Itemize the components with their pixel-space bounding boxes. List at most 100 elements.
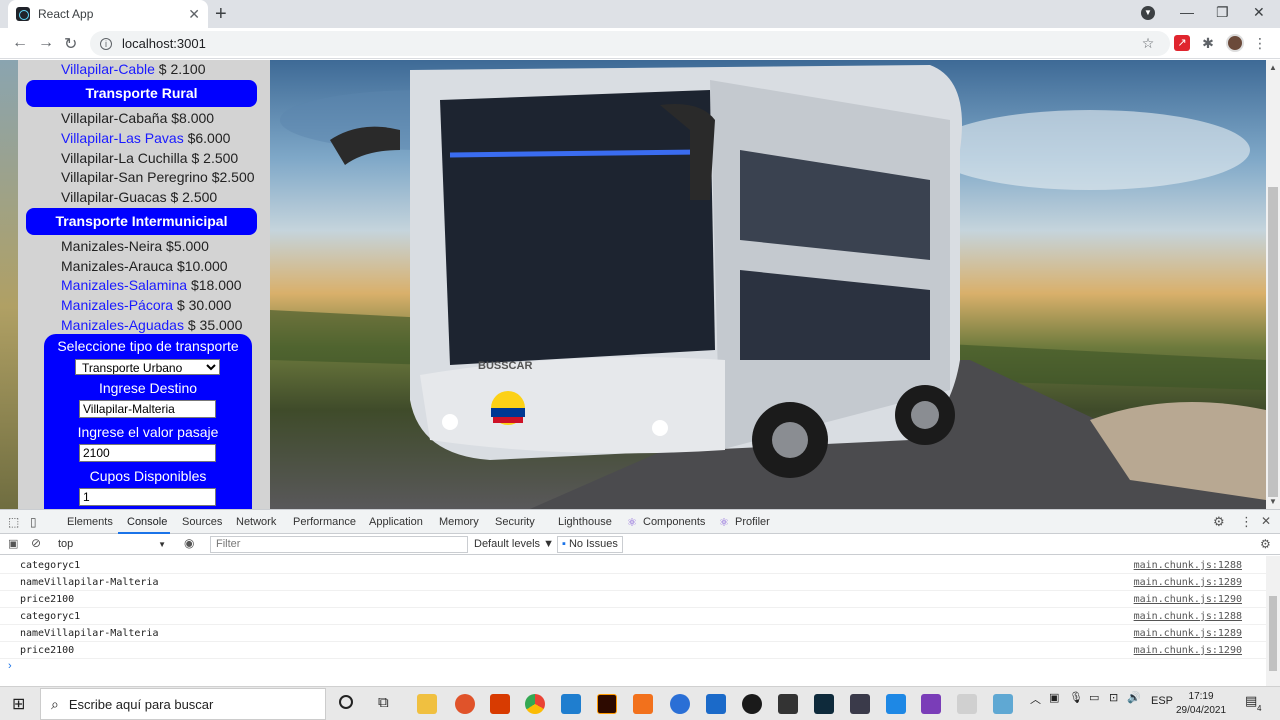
- app-icon[interactable]: [455, 694, 475, 714]
- tab-lighthouse[interactable]: Lighthouse: [558, 516, 612, 528]
- app-icon[interactable]: [850, 694, 870, 714]
- tab-components[interactable]: Components: [643, 516, 705, 528]
- console-settings-icon[interactable]: ⚙: [1260, 537, 1271, 551]
- route-item[interactable]: Villapilar-Cabaña $8.000: [61, 110, 214, 126]
- log-source-link[interactable]: main.chunk.js:1288: [1134, 557, 1242, 574]
- close-devtools-icon[interactable]: ✕: [1261, 514, 1271, 528]
- log-levels-dropdown[interactable]: Default levels ▼: [474, 538, 554, 550]
- browser-tab[interactable]: React App ✕: [8, 0, 208, 28]
- tab-console[interactable]: Console: [127, 516, 167, 528]
- maximize-icon[interactable]: ❐: [1216, 4, 1229, 21]
- category-header-intermunicipal[interactable]: Transporte Intermunicipal: [26, 208, 257, 235]
- reload-icon[interactable]: ↻: [64, 34, 77, 54]
- app-icon[interactable]: [670, 694, 690, 714]
- tab-elements[interactable]: Elements: [67, 516, 113, 528]
- battery-icon[interactable]: ▭: [1089, 691, 1099, 704]
- route-item[interactable]: Manizales-Neira $5.000: [61, 238, 209, 254]
- new-tab-icon[interactable]: +: [215, 3, 227, 26]
- route-item[interactable]: Villapilar-Cable $ 2.100: [61, 61, 206, 77]
- price-input[interactable]: 2100: [79, 444, 216, 462]
- log-source-link[interactable]: main.chunk.js:1289: [1134, 574, 1242, 591]
- sidebar-toggle-icon[interactable]: ▣: [8, 537, 18, 550]
- route-item[interactable]: Villapilar-La Cuchilla $ 2.500: [61, 150, 238, 166]
- vscode-icon[interactable]: [561, 694, 581, 714]
- route-item[interactable]: Manizales-Aguadas $ 35.000: [61, 317, 242, 333]
- info-icon[interactable]: i: [100, 37, 112, 50]
- tab-memory[interactable]: Memory: [439, 516, 479, 528]
- office-icon[interactable]: [490, 694, 510, 714]
- console-prompt-icon[interactable]: ›: [8, 660, 12, 672]
- microphone-icon[interactable]: 🎙: [1069, 691, 1083, 704]
- language-indicator[interactable]: ESP: [1151, 695, 1173, 707]
- tray-app-icon[interactable]: ▣: [1049, 691, 1059, 704]
- filter-input[interactable]: Filter: [210, 536, 468, 553]
- extension-chart-icon[interactable]: ↗: [1174, 35, 1190, 51]
- tab-sources[interactable]: Sources: [182, 516, 222, 528]
- task-view-icon[interactable]: ⧉: [378, 694, 389, 711]
- settings-gear-icon[interactable]: ⚙: [1213, 514, 1225, 530]
- visual-studio-icon[interactable]: [921, 694, 941, 714]
- profile-dropdown-icon[interactable]: ▼: [1141, 6, 1155, 20]
- category-header-rural[interactable]: Transporte Rural: [26, 80, 257, 107]
- address-bar[interactable]: i localhost:3001: [90, 31, 1170, 56]
- xbox-icon[interactable]: [742, 694, 762, 714]
- file-explorer-icon[interactable]: [417, 694, 437, 714]
- chrome-icon[interactable]: [525, 694, 545, 714]
- transport-type-select[interactable]: Transporte Urbano: [75, 359, 220, 375]
- app-icon[interactable]: [706, 694, 726, 714]
- app-icon[interactable]: [886, 694, 906, 714]
- route-item[interactable]: Villapilar-Las Pavas $6.000: [61, 130, 230, 146]
- destination-input[interactable]: Villapilar-Malteria: [79, 400, 216, 418]
- context-select[interactable]: top ▼: [52, 537, 170, 552]
- route-item[interactable]: Villapilar-Guacas $ 2.500: [61, 189, 217, 205]
- eye-icon[interactable]: ◉: [184, 536, 194, 550]
- route-item[interactable]: Manizales-Salamina $18.000: [61, 277, 242, 293]
- taskbar-search[interactable]: ⌕ Escribe aquí para buscar: [40, 688, 326, 720]
- route-item[interactable]: Manizales-Arauca $10.000: [61, 258, 228, 274]
- tab-performance[interactable]: Performance: [293, 516, 356, 528]
- tab-application[interactable]: Application: [369, 516, 423, 528]
- extensions-puzzle-icon[interactable]: ✱: [1200, 35, 1216, 51]
- close-tab-icon[interactable]: ✕: [188, 6, 200, 23]
- log-source-link[interactable]: main.chunk.js:1290: [1134, 642, 1242, 659]
- menu-dots-icon[interactable]: ⋮: [1252, 35, 1268, 51]
- log-source-link[interactable]: main.chunk.js:1290: [1134, 591, 1242, 608]
- windows-start-icon[interactable]: ⊞: [12, 694, 25, 714]
- issues-button[interactable]: ▪ No Issues: [557, 536, 623, 553]
- route-name[interactable]: Villapilar-Cable: [61, 61, 155, 77]
- route-item[interactable]: Villapilar-San Peregrino $2.500: [61, 169, 255, 185]
- route-name[interactable]: Manizales-Aguadas: [61, 317, 184, 333]
- route-name[interactable]: Manizales-Pácora: [61, 297, 173, 313]
- route-name[interactable]: Villapilar-Las Pavas: [61, 130, 184, 146]
- minimize-icon[interactable]: —: [1180, 4, 1194, 20]
- store-icon[interactable]: [778, 694, 798, 714]
- volume-icon[interactable]: 🔊: [1127, 691, 1141, 704]
- tab-network[interactable]: Network: [236, 516, 276, 528]
- route-name[interactable]: Manizales-Salamina: [61, 277, 187, 293]
- scroll-up-icon[interactable]: ▲: [1269, 63, 1277, 72]
- device-toggle-icon[interactable]: ▯: [30, 515, 37, 529]
- app-icon[interactable]: [957, 694, 977, 714]
- app-icon[interactable]: [814, 694, 834, 714]
- route-item[interactable]: Manizales-Pácora $ 30.000: [61, 297, 231, 313]
- app-icon[interactable]: [993, 694, 1013, 714]
- scrollbar-thumb[interactable]: [1268, 187, 1278, 497]
- back-icon[interactable]: ←: [12, 34, 28, 52]
- log-source-link[interactable]: main.chunk.js:1288: [1134, 608, 1242, 625]
- forward-icon[interactable]: →: [38, 34, 54, 52]
- clear-console-icon[interactable]: ⊘: [31, 536, 41, 550]
- more-dots-icon[interactable]: ⋮: [1240, 514, 1253, 530]
- cortana-icon[interactable]: [339, 695, 353, 709]
- seats-input[interactable]: 1: [79, 488, 216, 506]
- network-icon[interactable]: ⊡: [1109, 691, 1118, 704]
- taskbar-clock[interactable]: 17:19 29/04/2021: [1176, 690, 1226, 718]
- tab-security[interactable]: Security: [495, 516, 535, 528]
- console-scrollbar-thumb[interactable]: [1269, 596, 1277, 671]
- close-window-icon[interactable]: ✕: [1253, 4, 1265, 21]
- page-scrollbar[interactable]: ▲ ▼: [1266, 60, 1280, 509]
- notification-icon[interactable]: ▤: [1245, 693, 1257, 709]
- inspect-element-icon[interactable]: ⬚: [8, 515, 19, 529]
- illustrator-icon[interactable]: [597, 694, 617, 714]
- xampp-icon[interactable]: [633, 694, 653, 714]
- profile-avatar[interactable]: [1226, 34, 1244, 52]
